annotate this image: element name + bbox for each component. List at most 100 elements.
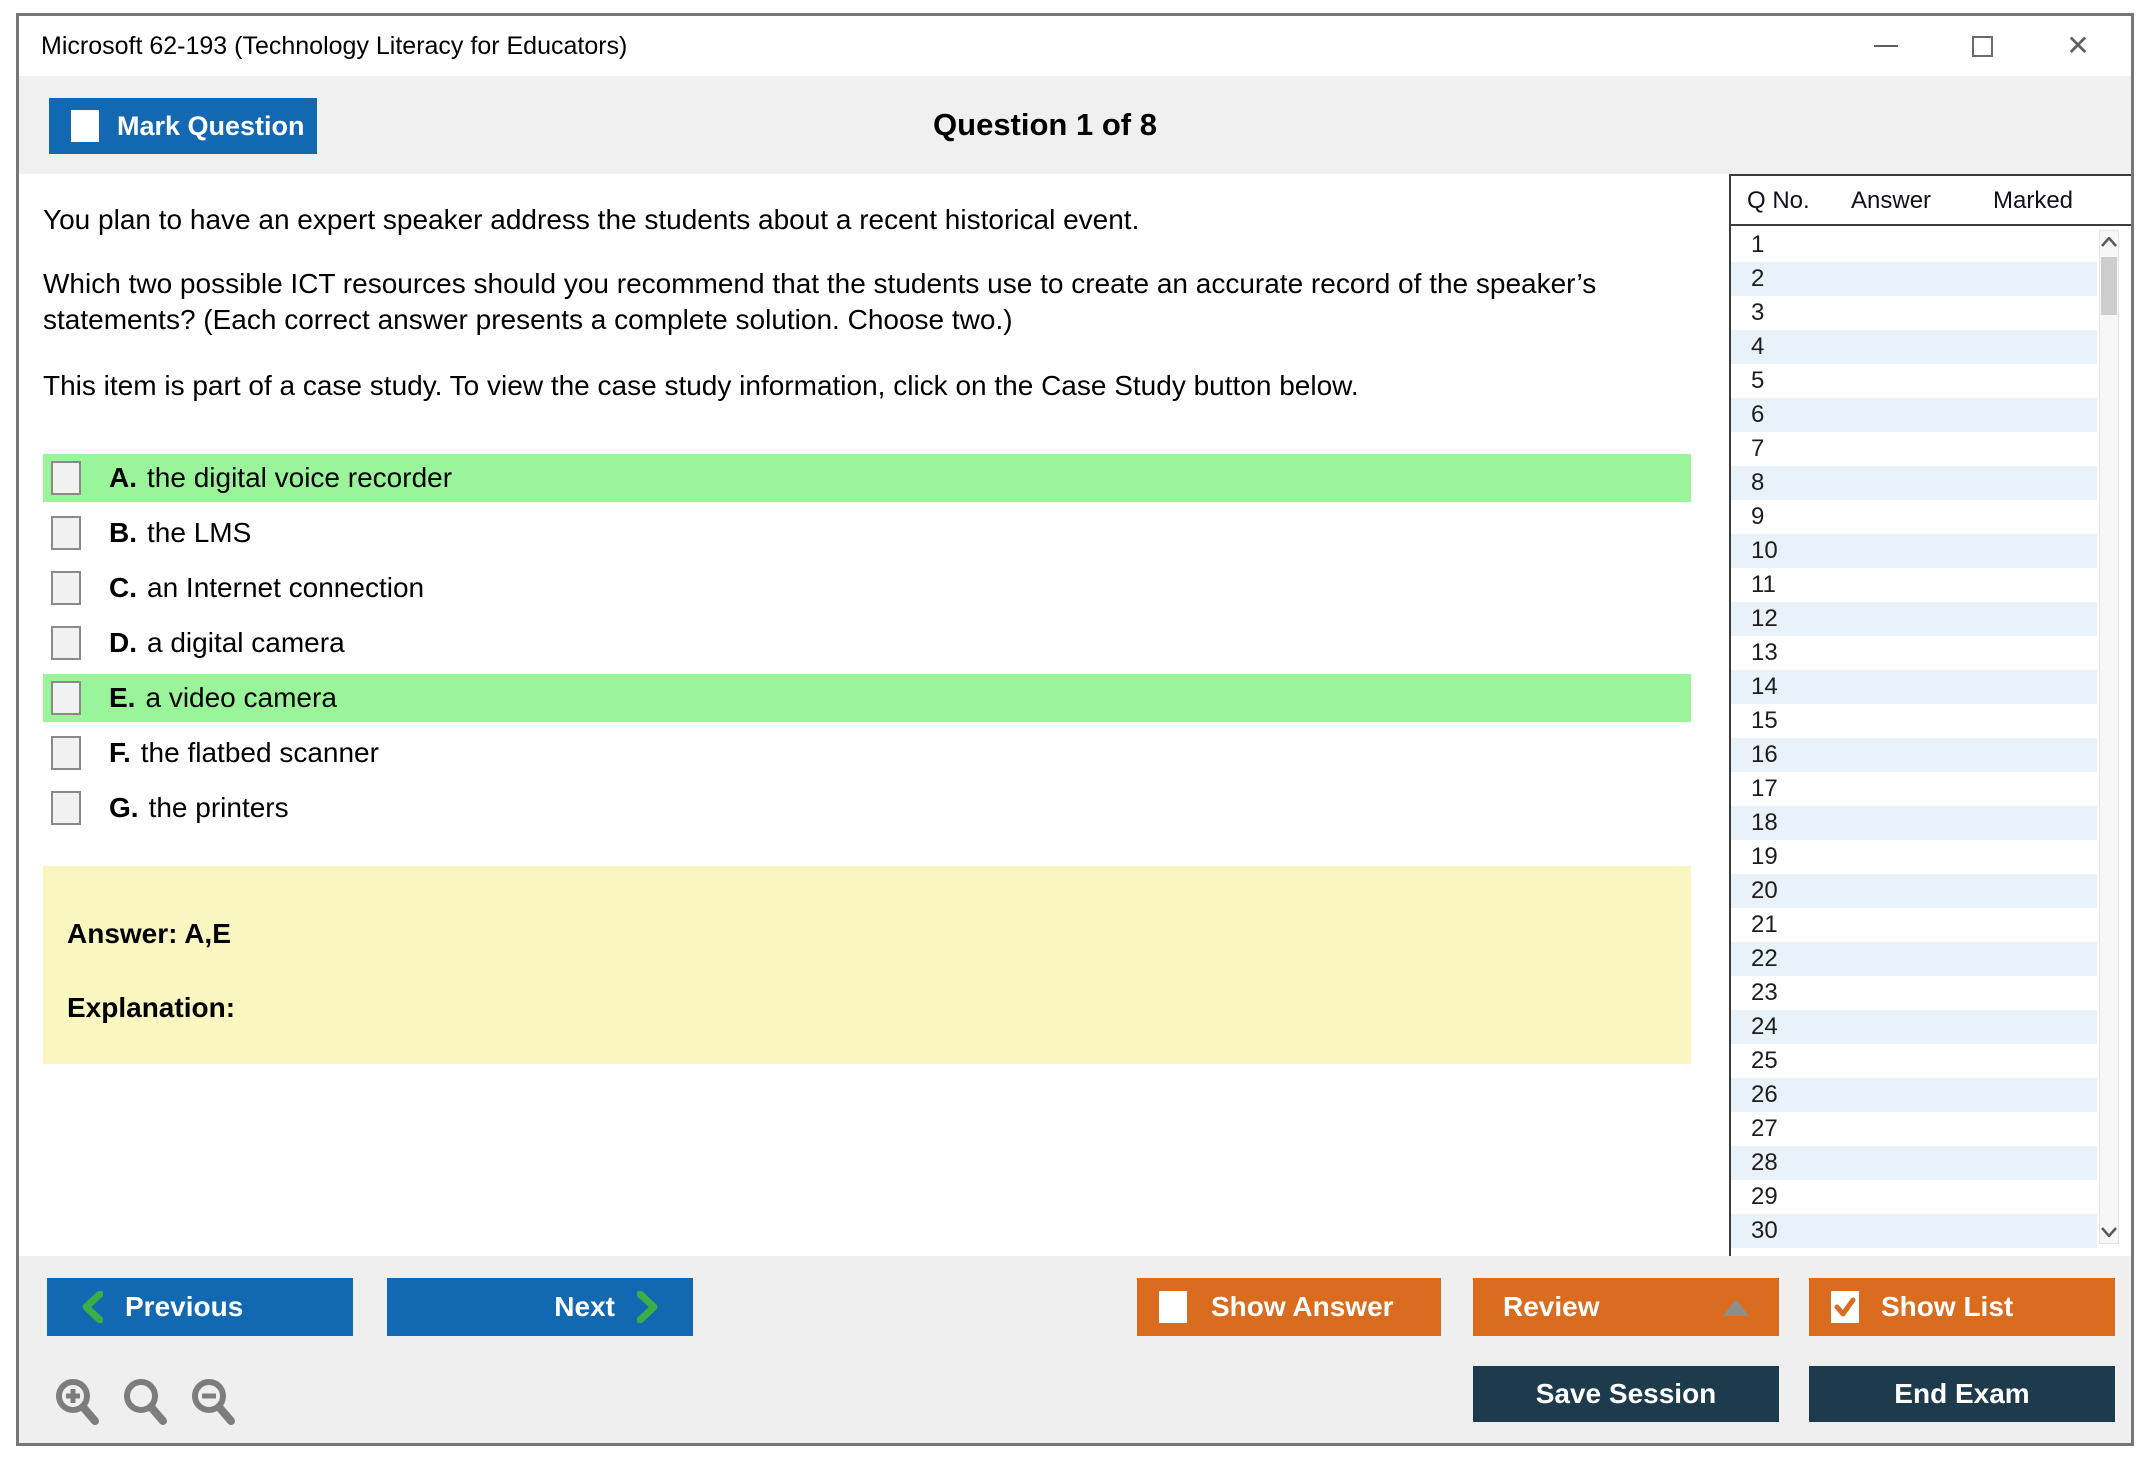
show-list-button[interactable]: Show List (1809, 1278, 2115, 1336)
zoom-out-button[interactable] (187, 1376, 241, 1430)
column-header-answer: Answer (1851, 176, 1931, 226)
answer-option-row[interactable]: A.the digital voice recorder (43, 454, 1691, 502)
question-list-row[interactable]: 17 (1731, 772, 2097, 806)
question-list-row[interactable]: 11 (1731, 568, 2097, 602)
question-number: 27 (1731, 1115, 1778, 1143)
question-number: 24 (1731, 1013, 1778, 1041)
close-button[interactable]: ✕ (2063, 31, 2093, 61)
question-list-row[interactable]: 8 (1731, 466, 2097, 500)
question-number: 8 (1731, 469, 1764, 497)
end-exam-button[interactable]: End Exam (1809, 1366, 2115, 1422)
show-answer-label: Show Answer (1211, 1291, 1394, 1323)
question-number: 19 (1731, 843, 1778, 871)
question-list-row[interactable]: 28 (1731, 1146, 2097, 1180)
show-answer-button[interactable]: Show Answer (1137, 1278, 1441, 1336)
answer-option-row[interactable]: D.a digital camera (43, 619, 1691, 667)
column-header-qno: Q No. (1747, 176, 1810, 226)
option-text: the digital voice recorder (147, 462, 452, 494)
answer-option-row[interactable]: E. a video camera (43, 674, 1691, 722)
scroll-up-button[interactable] (2100, 231, 2118, 253)
answer-option-row[interactable]: C.an Internet connection (43, 564, 1691, 612)
next-button[interactable]: Next (387, 1278, 693, 1336)
zoom-in-button[interactable] (51, 1376, 105, 1430)
question-list-row[interactable]: 22 (1731, 942, 2097, 976)
question-list-row[interactable]: 3 (1731, 296, 2097, 330)
zoom-out-icon (188, 1377, 240, 1429)
question-number: 23 (1731, 979, 1778, 1007)
scrollbar-thumb[interactable] (2101, 257, 2117, 315)
main-area: You plan to have an expert speaker addre… (19, 174, 2131, 1256)
question-list-row[interactable]: 2 (1731, 262, 2097, 296)
question-list-row[interactable]: 27 (1731, 1112, 2097, 1146)
question-list-row[interactable]: 10 (1731, 534, 2097, 568)
answer-option-row[interactable]: G.the printers (43, 784, 1691, 832)
minimize-icon (1874, 45, 1898, 47)
option-checkbox[interactable] (51, 516, 81, 550)
question-list-row[interactable]: 5 (1731, 364, 2097, 398)
question-list-row[interactable]: 20 (1731, 874, 2097, 908)
window-title: Microsoft 62-193 (Technology Literacy fo… (41, 16, 627, 76)
option-checkbox[interactable] (51, 791, 81, 825)
question-list-row[interactable]: 18 (1731, 806, 2097, 840)
question-list-row[interactable]: 14 (1731, 670, 2097, 704)
question-list-row[interactable]: 13 (1731, 636, 2097, 670)
previous-label: Previous (125, 1291, 243, 1323)
end-exam-label: End Exam (1894, 1378, 2029, 1410)
options-list: A.the digital voice recorderB.the LMSC.a… (43, 454, 1691, 832)
option-checkbox[interactable] (51, 681, 81, 715)
question-list-panel: Q No. Answer Marked 12345678910111213141… (1729, 174, 2131, 1256)
option-text: a digital camera (147, 627, 345, 659)
scroll-down-icon (2101, 1227, 2117, 1237)
question-number: 2 (1731, 265, 1764, 293)
question-number: 20 (1731, 877, 1778, 905)
question-list-row[interactable]: 15 (1731, 704, 2097, 738)
option-letter: E. (109, 682, 135, 714)
previous-button[interactable]: Previous (47, 1278, 353, 1336)
title-bar: Microsoft 62-193 (Technology Literacy fo… (19, 16, 2131, 76)
save-session-button[interactable]: Save Session (1473, 1366, 1779, 1422)
answer-option-row[interactable]: F.the flatbed scanner (43, 729, 1691, 777)
scroll-down-button[interactable] (2100, 1221, 2118, 1243)
question-list-row[interactable]: 16 (1731, 738, 2097, 772)
zoom-reset-button[interactable] (119, 1376, 173, 1430)
question-list-row[interactable]: 26 (1731, 1078, 2097, 1112)
zoom-icon (120, 1377, 172, 1429)
question-paragraph: Which two possible ICT resources should … (43, 266, 1691, 338)
question-number: 5 (1731, 367, 1764, 395)
question-list-row[interactable]: 9 (1731, 500, 2097, 534)
answer-option-row[interactable]: B.the LMS (43, 509, 1691, 557)
option-letter: C. (109, 572, 137, 604)
question-list-row[interactable]: 25 (1731, 1044, 2097, 1078)
review-button[interactable]: Review (1473, 1278, 1779, 1336)
question-list-row[interactable]: 1 (1731, 228, 2097, 262)
explanation-label: Explanation: (67, 992, 1691, 1024)
maximize-button[interactable] (1967, 31, 1997, 61)
question-list-row[interactable]: 21 (1731, 908, 2097, 942)
question-list-row[interactable]: 4 (1731, 330, 2097, 364)
question-number: 6 (1731, 401, 1764, 429)
option-text: a video camera (145, 682, 336, 714)
question-number: 7 (1731, 435, 1764, 463)
question-list-row[interactable]: 6 (1731, 398, 2097, 432)
question-number: 21 (1731, 911, 1778, 939)
question-list-row[interactable]: 19 (1731, 840, 2097, 874)
column-header-marked: Marked (1993, 176, 2073, 226)
question-list-row[interactable]: 12 (1731, 602, 2097, 636)
question-list-row[interactable]: 30 (1731, 1214, 2097, 1248)
question-number: 15 (1731, 707, 1778, 735)
option-checkbox[interactable] (51, 461, 81, 495)
question-list-row[interactable]: 29 (1731, 1180, 2097, 1214)
question-number: 30 (1731, 1217, 1778, 1245)
question-list-row[interactable]: 23 (1731, 976, 2097, 1010)
option-checkbox[interactable] (51, 736, 81, 770)
scroll-up-icon (2101, 237, 2117, 247)
option-checkbox[interactable] (51, 571, 81, 605)
mark-question-button[interactable]: Mark Question (49, 98, 317, 154)
option-checkbox[interactable] (51, 626, 81, 660)
mark-question-checkbox-icon (71, 110, 99, 142)
question-list-row[interactable]: 24 (1731, 1010, 2097, 1044)
chevron-left-icon (81, 1291, 103, 1323)
chevron-right-icon (637, 1291, 659, 1323)
minimize-button[interactable] (1871, 31, 1901, 61)
question-list-row[interactable]: 7 (1731, 432, 2097, 466)
